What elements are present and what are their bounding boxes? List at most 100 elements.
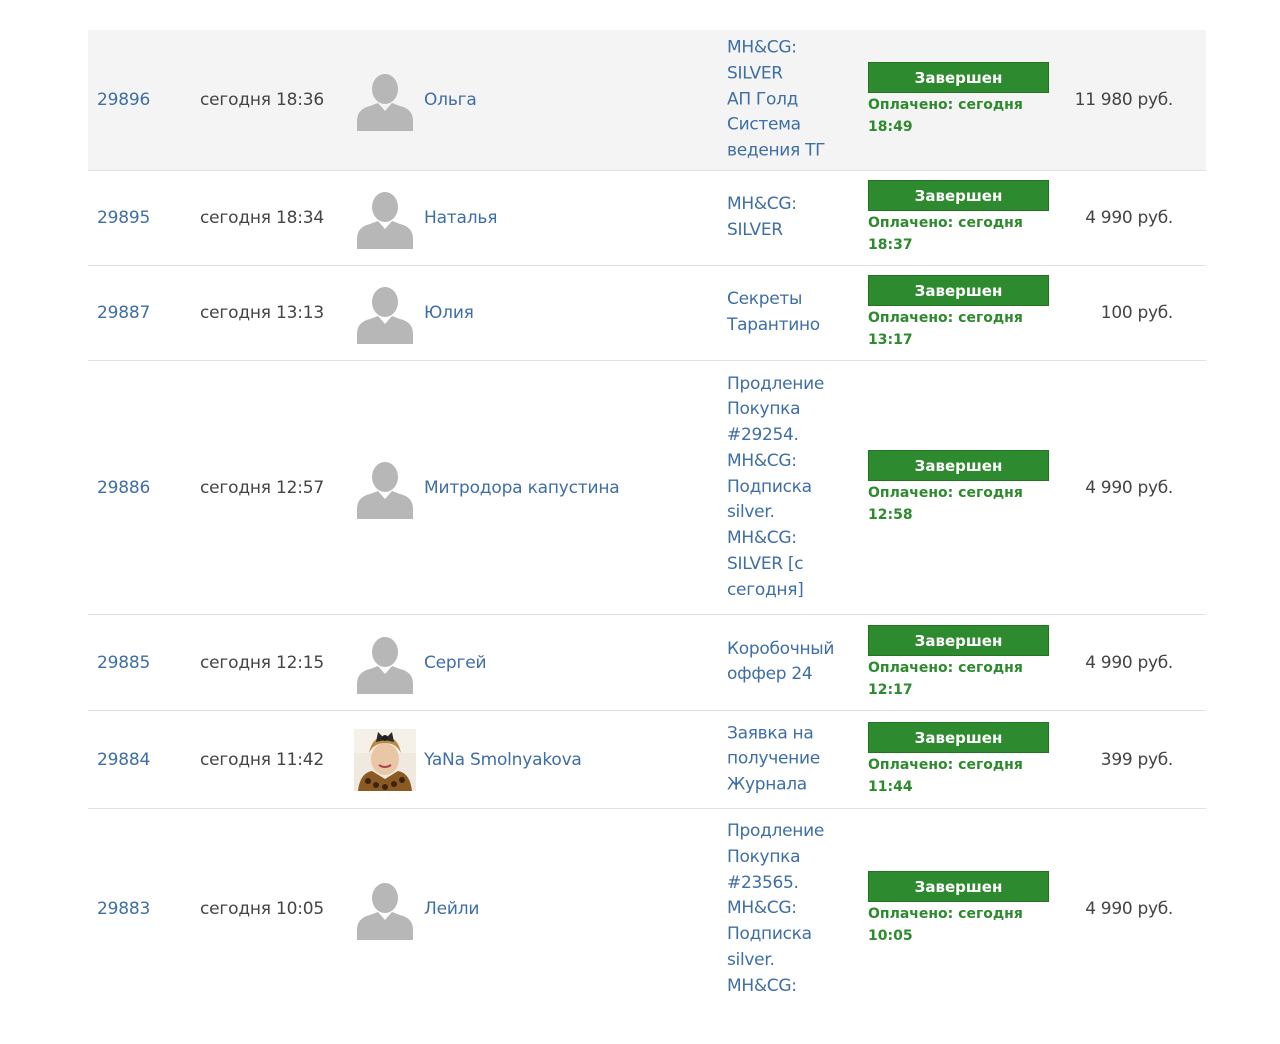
paid-info: Оплачено: сегодня 18:49: [868, 94, 1049, 138]
paid-time: 12:17: [868, 681, 913, 698]
order-id-link[interactable]: 29883: [97, 896, 150, 922]
status-badge: Завершен: [868, 624, 1049, 656]
customer-name-link[interactable]: Наталья: [424, 205, 497, 231]
default-user-icon: [357, 192, 413, 249]
order-date: сегодня 11:42: [200, 749, 325, 770]
status-badge: Завершен: [868, 721, 1049, 753]
paid-info: Оплачено: сегодня 12:17: [868, 657, 1049, 701]
product-link[interactable]: Журнала: [727, 772, 845, 798]
status-block: Завершен Оплачено: сегодня 10:05: [868, 871, 1049, 947]
status-block: Завершен Оплачено: сегодня 18:49: [868, 62, 1049, 138]
default-user-icon: [357, 636, 413, 694]
product-link[interactable]: Покупка: [727, 397, 845, 423]
paid-time: 18:49: [868, 119, 913, 135]
paid-info: Оплачено: сегодня 10:05: [868, 903, 1049, 947]
product-link[interactable]: SILVER: [727, 61, 845, 87]
paid-time: 11:44: [868, 778, 913, 795]
paid-date: Оплачено: сегодня: [868, 484, 1023, 501]
paid-date: Оплачено: сегодня: [868, 215, 1023, 231]
product-link[interactable]: получение: [727, 747, 845, 773]
product-link[interactable]: MH&CG:: [727, 449, 845, 475]
product-link[interactable]: Система: [727, 113, 845, 139]
order-amount: 399 руб.: [1100, 749, 1174, 770]
product-link[interactable]: silver.: [727, 500, 845, 526]
product-link[interactable]: АП Голд: [727, 87, 845, 113]
status-block: Завершен Оплачено: сегодня 13:17: [868, 275, 1049, 351]
product-link[interactable]: silver.: [727, 948, 845, 974]
product-list: Секреты Тарантино: [727, 287, 845, 339]
product-list: Коробочный оффер 24: [727, 637, 845, 689]
product-list: Заявка на получение Журнала: [727, 721, 845, 798]
product-link[interactable]: Тарантино: [727, 313, 845, 339]
avatar[interactable]: [354, 282, 416, 344]
product-link[interactable]: Секреты: [727, 287, 845, 313]
status-block: Завершен Оплачено: сегодня 11:44: [868, 721, 1049, 798]
order-id-link[interactable]: 29896: [97, 87, 150, 113]
product-link[interactable]: Продление: [727, 819, 845, 845]
order-id-link[interactable]: 29887: [97, 300, 150, 326]
product-link[interactable]: Подписка: [727, 475, 845, 501]
product-link[interactable]: Коробочный: [727, 637, 845, 663]
customer-name-link[interactable]: Митродора капустина: [424, 475, 620, 501]
product-list: MH&CG: SILVER: [727, 192, 845, 244]
status-badge: Завершен: [868, 449, 1049, 481]
product-link[interactable]: ведения ТГ: [727, 139, 845, 165]
avatar[interactable]: [354, 187, 416, 249]
product-link[interactable]: Заявка на: [727, 721, 845, 747]
order-amount: 11 980 руб.: [1074, 90, 1174, 110]
product-link[interactable]: MH&CG:: [727, 896, 845, 922]
avatar[interactable]: [354, 728, 416, 791]
avatar[interactable]: [354, 632, 416, 694]
customer-name-link[interactable]: Лейли: [424, 896, 479, 922]
product-link[interactable]: оффер 24: [727, 663, 845, 689]
avatar[interactable]: [354, 878, 416, 940]
order-row: 29896 сегодня 18:36 Ольга MH&CG: SILVER АП…: [88, 30, 1206, 171]
order-date: сегодня 12:57: [200, 477, 325, 498]
paid-time: 12:58: [868, 506, 913, 523]
order-id-link[interactable]: 29886: [97, 475, 150, 501]
avatar[interactable]: [354, 457, 416, 519]
product-link[interactable]: MH&CG:: [727, 974, 845, 1000]
product-link[interactable]: SILVER: [727, 218, 845, 244]
default-user-icon: [357, 883, 413, 940]
order-id-link[interactable]: 29885: [97, 650, 150, 676]
order-row: 29885 сегодня 12:15 Сергей Коробочный офф…: [88, 615, 1206, 711]
product-link[interactable]: SILVER [с: [727, 552, 845, 578]
avatar[interactable]: [354, 69, 416, 131]
order-row: 29884 сегодня 11:42 YaNa Smolnyakova Зая…: [88, 711, 1206, 809]
product-list: Продление Покупка #23565. MH&CG: Подписка sil…: [727, 809, 845, 1009]
paid-date: Оплачено: сегодня: [868, 906, 1023, 922]
product-link[interactable]: #23565.: [727, 871, 845, 897]
orders-table: 29896 сегодня 18:36 Ольга MH&CG: SILVER АП…: [88, 30, 1206, 1009]
product-link[interactable]: MH&CG:: [727, 36, 845, 62]
order-row: 29883 сегодня 10:05 Лейли Продление Покуп…: [88, 809, 1206, 1009]
order-date: сегодня 12:15: [200, 652, 325, 673]
product-link[interactable]: сегодня]: [727, 578, 845, 604]
paid-time: 13:17: [868, 332, 913, 348]
default-user-icon: [357, 74, 413, 131]
status-badge: Завершен: [868, 180, 1049, 211]
customer-name-link[interactable]: Сергей: [424, 650, 487, 676]
paid-date: Оплачено: сегодня: [868, 310, 1023, 326]
paid-date: Оплачено: сегодня: [868, 659, 1023, 676]
product-link[interactable]: MH&CG:: [727, 526, 845, 552]
product-link[interactable]: Продление: [727, 371, 845, 397]
user-photo-icon: [354, 728, 416, 791]
status-badge: Завершен: [868, 275, 1049, 306]
customer-name-link[interactable]: Ольга: [424, 87, 477, 113]
order-row: 29895 сегодня 18:34 Наталья MH&CG: SILVER…: [88, 171, 1206, 266]
customer-name-link[interactable]: Юлия: [424, 300, 474, 326]
order-id-link[interactable]: 29895: [97, 205, 150, 231]
product-link[interactable]: Покупка: [727, 845, 845, 871]
status-badge: Завершен: [868, 871, 1049, 902]
order-amount: 100 руб.: [1100, 303, 1174, 323]
customer-name-link[interactable]: YaNa Smolnyakova: [424, 747, 582, 773]
product-link[interactable]: MH&CG:: [727, 192, 845, 218]
product-link[interactable]: Подписка: [727, 922, 845, 948]
status-block: Завершен Оплачено: сегодня 18:37: [868, 180, 1049, 256]
order-id-link[interactable]: 29884: [97, 747, 150, 773]
product-link[interactable]: #29254.: [727, 423, 845, 449]
clip-fade: [88, 1003, 1206, 1009]
order-date: сегодня 10:05: [200, 899, 325, 919]
order-date: сегодня 13:13: [200, 303, 325, 323]
